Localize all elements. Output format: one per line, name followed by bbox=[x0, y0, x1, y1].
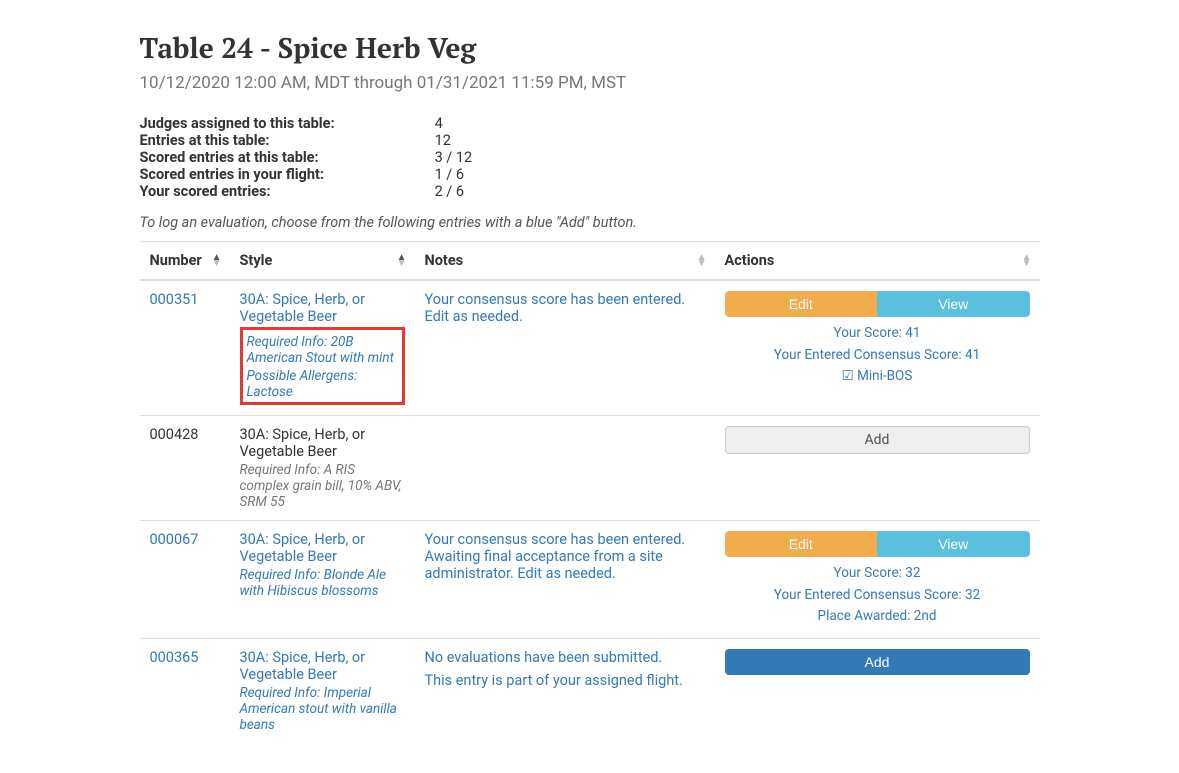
required-info: Required Info: A RIS complex grain bill,… bbox=[240, 462, 405, 510]
table-row: 000067 30A: Spice, Herb, or Vegetable Be… bbox=[140, 521, 1040, 639]
entry-number: 000428 bbox=[150, 426, 199, 443]
place-awarded: Place Awarded: 2nd bbox=[725, 606, 1030, 628]
score-info: Your Score: 32 Your Entered Consensus Sc… bbox=[725, 563, 1030, 628]
instruction-text: To log an evaluation, choose from the fo… bbox=[140, 214, 1040, 231]
flight-value: 1 / 6 bbox=[435, 166, 473, 183]
style-name: 30A: Spice, Herb, or Vegetable Beer bbox=[240, 291, 366, 325]
notes-text: This entry is part of your assigned flig… bbox=[425, 672, 705, 689]
entries-table: Number ▲▼ Style ▲▼ Notes ▲▼ Actions ▲▼ bbox=[140, 241, 1040, 743]
add-button[interactable]: Add bbox=[725, 649, 1030, 675]
check-icon: ☑ bbox=[842, 368, 854, 384]
flight-label: Scored entries in your flight: bbox=[140, 166, 435, 183]
header-number[interactable]: Number ▲▼ bbox=[140, 242, 230, 281]
header-actions[interactable]: Actions ▲▼ bbox=[715, 242, 1040, 281]
sort-icon: ▲▼ bbox=[697, 255, 707, 267]
mini-bos-checkbox[interactable]: ☑ Mini-BOS bbox=[725, 366, 1030, 388]
header-notes[interactable]: Notes ▲▼ bbox=[415, 242, 715, 281]
your-score: Your Score: 41 bbox=[725, 323, 1030, 345]
stats-block: Judges assigned to this table: 4 Entries… bbox=[140, 115, 473, 200]
table-row: 000351 30A: Spice, Herb, or Vegetable Be… bbox=[140, 280, 1040, 416]
consensus-score: Your Entered Consensus Score: 32 bbox=[725, 585, 1030, 607]
button-row: Edit View bbox=[725, 291, 1030, 317]
required-info: Required Info: 20B American Stout with m… bbox=[247, 334, 398, 366]
date-range: 10/12/2020 12:00 AM, MDT through 01/31/2… bbox=[140, 73, 1040, 93]
notes-text: Your consensus score has been entered. E… bbox=[425, 291, 705, 325]
judges-label: Judges assigned to this table: bbox=[140, 115, 435, 132]
edit-button[interactable]: Edit bbox=[725, 291, 878, 317]
entry-number-link[interactable]: 000351 bbox=[150, 291, 199, 308]
judges-value: 4 bbox=[435, 115, 473, 132]
highlight-box: Required Info: 20B American Stout with m… bbox=[240, 327, 405, 405]
view-button[interactable]: View bbox=[877, 531, 1030, 557]
header-style[interactable]: Style ▲▼ bbox=[230, 242, 415, 281]
scored-value: 3 / 12 bbox=[435, 149, 473, 166]
your-scored-value: 2 / 6 bbox=[435, 183, 473, 200]
sort-icon: ▲▼ bbox=[1022, 255, 1032, 267]
entries-value: 12 bbox=[435, 132, 473, 149]
style-name: 30A: Spice, Herb, or Vegetable Beer bbox=[240, 649, 366, 683]
view-button[interactable]: View bbox=[877, 291, 1030, 317]
edit-button[interactable]: Edit bbox=[725, 531, 878, 557]
your-score: Your Score: 32 bbox=[725, 563, 1030, 585]
consensus-score: Your Entered Consensus Score: 41 bbox=[725, 345, 1030, 367]
required-info: Required Info: Imperial American stout w… bbox=[240, 685, 405, 733]
entry-number-link[interactable]: 000365 bbox=[150, 649, 199, 666]
notes-text: No evaluations have been submitted. bbox=[425, 649, 705, 666]
required-info: Required Info: Blonde Ale with Hibiscus … bbox=[240, 567, 405, 599]
table-row: 000428 30A: Spice, Herb, or Vegetable Be… bbox=[140, 416, 1040, 521]
table-row: 000365 30A: Spice, Herb, or Vegetable Be… bbox=[140, 638, 1040, 743]
add-button-disabled: Add bbox=[725, 426, 1030, 454]
your-scored-label: Your scored entries: bbox=[140, 183, 435, 200]
scored-label: Scored entries at this table: bbox=[140, 149, 435, 166]
style-name: 30A: Spice, Herb, or Vegetable Beer bbox=[240, 426, 366, 460]
notes-text: Your consensus score has been entered. A… bbox=[425, 531, 705, 582]
allergens-info: Possible Allergens: Lactose bbox=[247, 368, 398, 400]
entries-label: Entries at this table: bbox=[140, 132, 435, 149]
page-title: Table 24 - Spice Herb Veg bbox=[140, 30, 1040, 67]
sort-icon: ▲▼ bbox=[212, 255, 222, 267]
sort-icon: ▲▼ bbox=[397, 255, 407, 267]
style-name: 30A: Spice, Herb, or Vegetable Beer bbox=[240, 531, 366, 565]
button-row: Edit View bbox=[725, 531, 1030, 557]
entry-number-link[interactable]: 000067 bbox=[150, 531, 199, 548]
score-info: Your Score: 41 Your Entered Consensus Sc… bbox=[725, 323, 1030, 388]
